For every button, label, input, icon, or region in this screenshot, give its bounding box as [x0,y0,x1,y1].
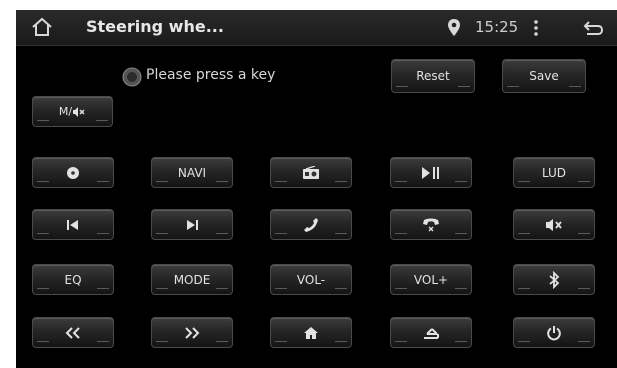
reset-label: Reset [416,69,450,83]
reset-button[interactable]: Reset [391,59,475,93]
previous-icon [67,219,78,230]
lud-button[interactable]: LUD [513,157,595,188]
mute-button[interactable] [513,209,595,240]
navi-button[interactable]: NAVI [151,157,233,188]
volume-up-label: VOL+ [413,272,449,287]
radio-icon [303,165,319,179]
page-title: Steering whe... [86,17,224,36]
next-button[interactable] [151,209,233,240]
fast-forward-button[interactable] [151,317,233,348]
status-bar: Steering whe... 15:25 [16,10,617,46]
disc-button[interactable] [32,157,114,188]
save-label: Save [529,69,559,83]
mute-icon [73,106,85,117]
rewind-button[interactable] [32,317,114,348]
return-button[interactable] [390,317,472,348]
bluetooth-icon [549,270,560,289]
navi-label: NAVI [177,165,207,180]
phone-hangup-icon [423,218,439,231]
volume-down-button[interactable]: VOL- [270,264,352,295]
mode-label: MODE [173,272,211,287]
bluetooth-button[interactable] [513,264,595,295]
screen: Steering whe... 15:25 Please press a key… [16,10,617,368]
volume-down-label: VOL- [296,272,326,287]
mute-toggle-label: M/ [58,105,73,118]
power-button[interactable] [513,317,595,348]
power-icon [547,325,561,341]
status-indicator-icon [122,67,142,87]
volume-up-button[interactable]: VOL+ [390,264,472,295]
mute-toggle-button[interactable]: M/ [32,96,113,127]
phone-answer-button[interactable] [270,209,352,240]
overflow-menu-icon[interactable] [533,18,539,38]
home-button[interactable] [270,317,352,348]
previous-button[interactable] [32,209,114,240]
play-pause-icon [422,166,439,179]
return-icon [424,327,439,339]
rewind-icon [65,326,80,339]
eq-button[interactable]: EQ [32,264,114,295]
play-pause-button[interactable] [390,157,472,188]
phone-hangup-button[interactable] [390,209,472,240]
fast-forward-icon [185,326,200,339]
clock: 15:25 [475,18,519,36]
eq-label: EQ [64,272,82,287]
phone-answer-icon [304,217,318,232]
lud-label: LUD [541,165,567,180]
home-icon[interactable] [30,16,54,38]
save-button[interactable]: Save [502,59,586,93]
radio-button[interactable] [270,157,352,188]
mute-icon [546,218,562,231]
location-icon [446,18,462,38]
back-icon[interactable] [581,18,605,38]
home-icon [304,326,318,339]
next-icon [187,219,198,230]
prompt-text: Please press a key [146,67,276,83]
mode-button[interactable]: MODE [151,264,233,295]
disc-icon [67,166,79,179]
